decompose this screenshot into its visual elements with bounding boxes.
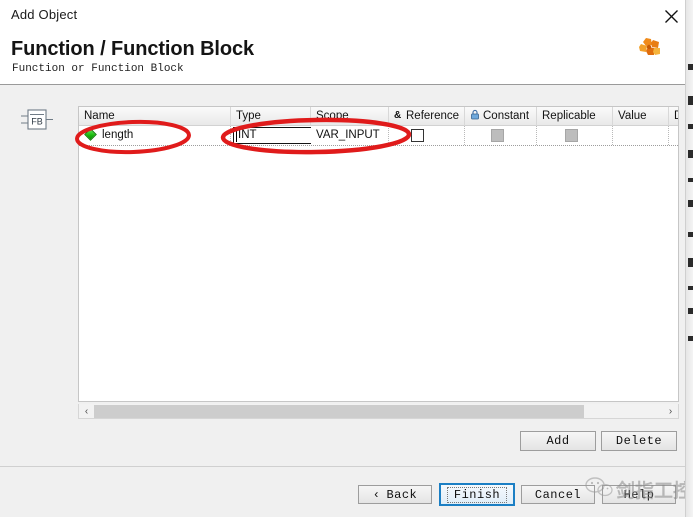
page-edge-strip: [685, 0, 693, 517]
cell-constant: [465, 126, 537, 145]
window-title: Add Object: [11, 7, 78, 22]
column-header-scope[interactable]: Scope: [311, 107, 389, 126]
column-header-value[interactable]: Value: [613, 107, 669, 126]
cell-name[interactable]: length: [79, 126, 231, 145]
add-button[interactable]: Add: [520, 431, 596, 451]
flower-icon: [633, 36, 665, 62]
finish-button[interactable]: Finish: [439, 483, 515, 506]
scrollbar-track[interactable]: [94, 404, 663, 418]
text-caret: [236, 130, 237, 142]
add-button-label: Add: [546, 434, 570, 448]
dialog-header: Add Object Function / Function Block Fun…: [0, 0, 693, 85]
column-header-replicable-label: Replicable: [542, 110, 596, 122]
scroll-left-icon[interactable]: ‹: [79, 405, 94, 418]
column-header-description-label: Des: [674, 110, 678, 122]
column-header-value-label: Value: [618, 110, 647, 122]
function-block-icon: FB: [18, 106, 56, 134]
add-object-dialog: Add Object Function / Function Block Fun…: [0, 0, 693, 517]
cell-replicable: [537, 126, 613, 145]
cell-value[interactable]: [613, 126, 669, 145]
cell-reference[interactable]: [389, 126, 465, 145]
cell-scope[interactable]: VAR_INPUT: [311, 126, 389, 145]
cancel-button-label: Cancel: [534, 487, 582, 502]
svg-text:&: &: [394, 110, 401, 120]
table-horizontal-scrollbar[interactable]: ‹ ›: [78, 404, 679, 419]
page-subtitle: Function or Function Block: [12, 63, 184, 75]
help-button[interactable]: Help: [602, 485, 676, 504]
page-title: Function / Function Block: [11, 38, 255, 60]
column-header-reference[interactable]: & Reference: [389, 107, 465, 126]
cell-description[interactable]: [669, 126, 678, 145]
back-button-label: Back: [386, 487, 418, 502]
cell-type[interactable]: INT: [231, 126, 311, 145]
column-header-reference-label: Reference: [406, 110, 460, 122]
close-icon[interactable]: [659, 4, 683, 28]
footer-bar: ‹ Back Finish Cancel Help: [0, 467, 693, 517]
table-header-row: Name Type Scope & Reference Constant Rep…: [79, 107, 678, 126]
column-header-type-label: Type: [236, 110, 261, 122]
constant-checkbox: [491, 129, 504, 142]
replicable-checkbox: [565, 129, 578, 142]
delete-button-label: Delete: [615, 434, 663, 448]
column-header-name[interactable]: Name: [79, 107, 231, 126]
column-header-type[interactable]: Type: [231, 107, 311, 126]
cell-name-text: length: [102, 129, 134, 141]
green-diamond-icon: [84, 128, 97, 141]
back-button[interactable]: ‹ Back: [358, 485, 432, 504]
reference-checkbox[interactable]: [411, 129, 424, 142]
column-header-name-label: Name: [84, 110, 115, 122]
cancel-button[interactable]: Cancel: [521, 485, 595, 504]
ampersand-icon: &: [394, 108, 403, 126]
type-input[interactable]: INT: [233, 127, 311, 144]
table-row[interactable]: length INT VAR_INPUT: [79, 126, 678, 146]
svg-text:FB: FB: [31, 117, 43, 127]
column-header-scope-label: Scope: [316, 110, 349, 122]
column-header-description[interactable]: Des: [669, 107, 678, 126]
column-header-constant[interactable]: Constant: [465, 107, 537, 126]
column-header-replicable[interactable]: Replicable: [537, 107, 613, 126]
variables-table: Name Type Scope & Reference Constant Rep…: [78, 106, 679, 402]
type-input-value: INT: [238, 129, 257, 141]
help-button-label: Help: [623, 487, 655, 502]
chevron-left-icon: ‹: [372, 487, 381, 502]
column-header-constant-label: Constant: [483, 110, 530, 122]
delete-button[interactable]: Delete: [601, 431, 677, 451]
scrollbar-thumb[interactable]: [94, 404, 584, 418]
finish-button-label: Finish: [446, 486, 508, 503]
cell-scope-text: VAR_INPUT: [316, 129, 380, 141]
scroll-right-icon[interactable]: ›: [663, 405, 678, 418]
lock-icon: [470, 108, 480, 126]
